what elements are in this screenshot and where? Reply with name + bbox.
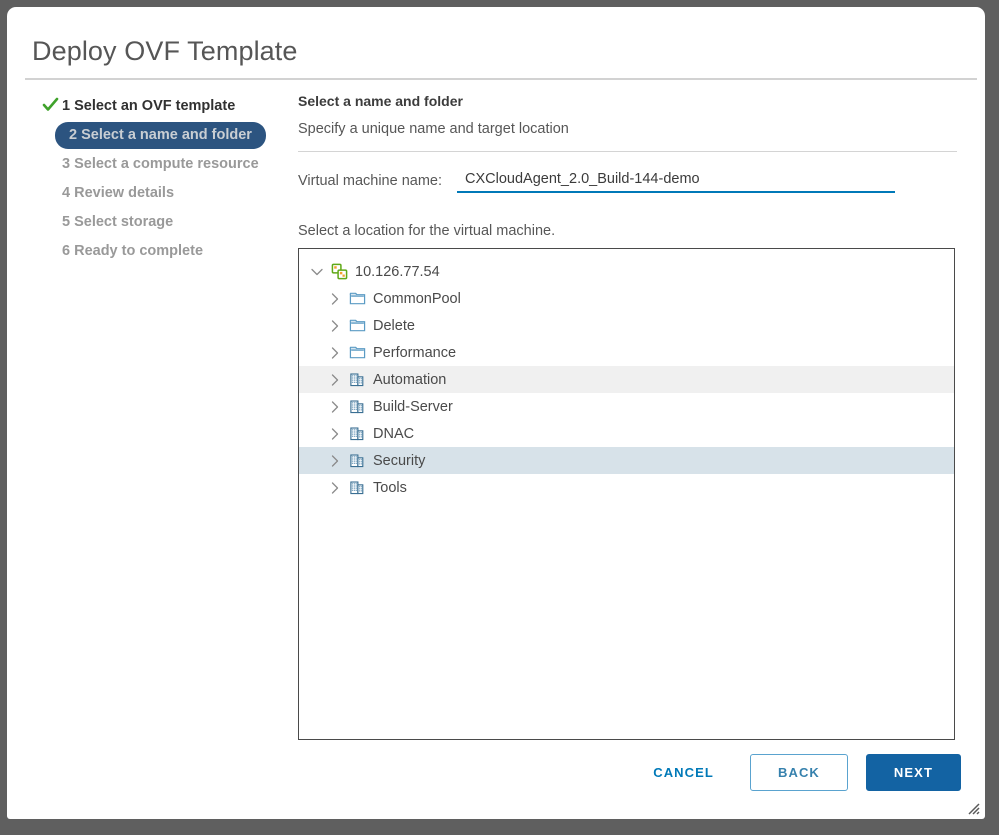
tree-row[interactable]: DNAC [299, 420, 954, 447]
wizard-step-label: 5 Select storage [62, 213, 174, 230]
chevron-right-icon[interactable] [327, 318, 343, 334]
tree-row[interactable]: Performance [299, 339, 954, 366]
datacenter-icon [348, 371, 366, 389]
cancel-button[interactable]: CANCEL [639, 756, 728, 789]
chevron-right-icon[interactable] [327, 426, 343, 442]
tree-row[interactable]: 10.126.77.54 [299, 258, 954, 285]
dialog-footer: CANCEL BACK NEXT [639, 754, 961, 791]
check-icon [42, 97, 59, 111]
tree-row-label: Performance [373, 344, 457, 361]
wizard-step-2[interactable]: 2 Select a name and folder [37, 121, 287, 149]
wizard-step-label: 4 Review details [62, 184, 175, 201]
tree-row[interactable]: Security [299, 447, 954, 474]
tree-row-label: Security [373, 452, 426, 469]
next-button[interactable]: NEXT [865, 754, 961, 791]
wizard-step-label: 1 Select an OVF template [62, 97, 236, 114]
vm-name-row: Virtual machine name: [298, 169, 963, 193]
tree-row-label: Tools [373, 479, 407, 496]
chevron-right-icon[interactable] [327, 372, 343, 388]
tree-row[interactable]: Build-Server [299, 393, 954, 420]
title-divider [25, 78, 977, 80]
tree-row-label: Automation [373, 371, 447, 388]
wizard-step-1[interactable]: 1 Select an OVF template [37, 93, 287, 119]
window-frame: Deploy OVF Template 1 Select an OVF temp… [0, 0, 999, 835]
folder-icon [348, 317, 366, 335]
tree-row-label: CommonPool [373, 290, 461, 307]
page-title: Deploy OVF Template [32, 36, 298, 66]
tree-row-label: Build-Server [373, 398, 453, 415]
resize-grip-icon[interactable] [966, 801, 980, 815]
location-tree[interactable]: 10.126.77.54 CommonPool Delete Performance A… [298, 248, 955, 740]
deploy-ovf-dialog: Deploy OVF Template 1 Select an OVF temp… [7, 7, 985, 819]
datacenter-icon [348, 425, 366, 443]
wizard-step-label: 6 Ready to complete [62, 242, 204, 259]
tree-row[interactable]: Automation [299, 366, 954, 393]
chevron-down-icon[interactable] [309, 264, 325, 280]
tree-row-label: Delete [373, 317, 415, 334]
wizard-step-5[interactable]: 5 Select storage [37, 209, 287, 235]
section-subtitle: Specify a unique name and target locatio… [298, 121, 569, 137]
chevron-right-icon[interactable] [327, 291, 343, 307]
chevron-right-icon[interactable] [327, 480, 343, 496]
back-button[interactable]: BACK [749, 754, 848, 791]
chevron-right-icon[interactable] [327, 345, 343, 361]
folder-icon [348, 290, 366, 308]
location-label: Select a location for the virtual machin… [298, 223, 556, 239]
tree-row[interactable]: Tools [299, 474, 954, 501]
vm-name-input[interactable] [457, 169, 896, 193]
chevron-right-icon[interactable] [327, 453, 343, 469]
tree-row[interactable]: Delete [299, 312, 954, 339]
tree-row-label: 10.126.77.54 [355, 263, 440, 280]
wizard-step-4[interactable]: 4 Review details [37, 180, 287, 206]
wizard-step-label: 2 Select a name and folder [55, 121, 266, 149]
section-title: Select a name and folder [298, 93, 463, 109]
wizard-step-3[interactable]: 3 Select a compute resource [37, 151, 287, 177]
wizard-step-nav: 1 Select an OVF template 2 Select a name … [37, 93, 287, 267]
chevron-right-icon[interactable] [327, 399, 343, 415]
datacenter-icon [348, 398, 366, 416]
content-pane: Select a name and folder Specify a uniqu… [298, 93, 963, 740]
wizard-step-6[interactable]: 6 Ready to complete [37, 238, 287, 264]
folder-icon [348, 344, 366, 362]
section-divider [298, 151, 957, 152]
datacenter-icon [348, 452, 366, 470]
datacenter-icon [348, 479, 366, 497]
tree-row[interactable]: CommonPool [299, 285, 954, 312]
tree-row-label: DNAC [373, 425, 415, 442]
vm-name-label: Virtual machine name: [298, 173, 443, 189]
wizard-step-label: 3 Select a compute resource [62, 155, 259, 172]
vcenter-icon [330, 263, 348, 281]
